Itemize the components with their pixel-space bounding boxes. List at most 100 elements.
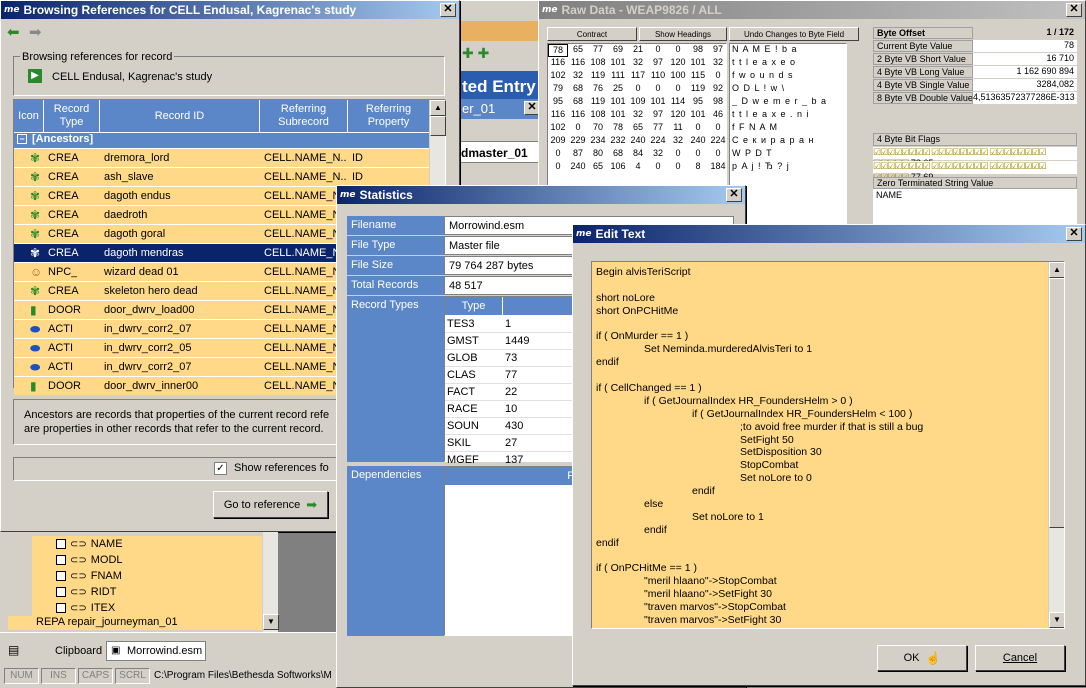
char-row[interactable]: W P D T <box>732 148 846 158</box>
tab-clipboard[interactable]: Clipboard <box>55 645 102 657</box>
hex-byte[interactable]: 8 <box>688 161 708 174</box>
hex-byte[interactable]: 69 <box>608 44 628 57</box>
editor-field[interactable]: dmaster_01 <box>456 141 546 163</box>
hex-byte[interactable]: 32 <box>628 57 648 70</box>
hex-byte[interactable]: 95 <box>688 96 708 109</box>
hex-byte[interactable]: 77 <box>648 122 668 135</box>
hex-byte[interactable]: 116 <box>568 109 588 122</box>
scroll-up-icon[interactable]: ▲ <box>430 100 446 116</box>
checkbox-icon[interactable] <box>56 603 66 614</box>
hex-byte[interactable]: 68 <box>568 83 588 96</box>
scroll-thumb[interactable] <box>1049 278 1064 528</box>
hex-byte[interactable]: 116 <box>548 109 568 122</box>
hex-byte[interactable]: 184 <box>708 161 728 174</box>
scroll-down-icon[interactable]: ▼ <box>1049 612 1064 628</box>
hex-byte[interactable]: 98 <box>708 96 728 109</box>
hex-byte[interactable]: 0 <box>668 44 688 57</box>
hex-byte[interactable]: 21 <box>628 44 648 57</box>
hex-byte[interactable]: 240 <box>568 161 588 174</box>
hex-byte[interactable]: 32 <box>648 148 668 161</box>
hex-byte[interactable]: 32 <box>628 109 648 122</box>
hex-byte[interactable]: 0 <box>628 83 648 96</box>
hex-byte[interactable]: 114 <box>668 96 688 109</box>
hex-byte[interactable]: 224 <box>648 135 668 148</box>
tab-morrowind[interactable]: ▣ Morrowind.esm <box>106 641 206 661</box>
hex-byte[interactable]: 116 <box>548 57 568 70</box>
hex-byte[interactable]: 120 <box>668 109 688 122</box>
hex-byte[interactable]: 117 <box>628 70 648 83</box>
table-row[interactable]: ✾ CREA dremora_lord CELL.NAME_N... ID <box>14 149 429 167</box>
char-row[interactable]: р A j ! Ђ ? j <box>732 161 846 171</box>
hex-byte[interactable]: 111 <box>608 70 628 83</box>
hex-byte[interactable]: 98 <box>688 44 708 57</box>
char-row[interactable]: С е к и р а р а н <box>732 135 846 145</box>
hex-byte[interactable]: 234 <box>588 135 608 148</box>
prop-value[interactable]: 1 / 172 <box>973 27 1077 39</box>
hex-byte[interactable]: 232 <box>608 135 628 148</box>
hex-byte[interactable]: 119 <box>588 70 608 83</box>
hex-byte[interactable]: 101 <box>608 57 628 70</box>
char-row[interactable]: t t l e a x e . n i <box>732 109 846 119</box>
char-row[interactable]: N A M E ! b a <box>732 44 846 54</box>
hex-byte[interactable]: 84 <box>628 148 648 161</box>
tree-item[interactable]: ⊂⊃ MODL <box>56 554 256 569</box>
hex-byte[interactable]: 116 <box>568 57 588 70</box>
goto-reference-button[interactable]: Go to reference ➡ <box>213 491 328 518</box>
hex-byte[interactable]: 97 <box>708 44 728 57</box>
prop-value[interactable]: 78 <box>973 40 1077 52</box>
hex-byte[interactable]: 76 <box>588 83 608 96</box>
table-row[interactable]: ✾ CREA ash_slave CELL.NAME_N... ID <box>14 168 429 186</box>
hex-byte[interactable]: 110 <box>648 70 668 83</box>
scroll-thumb[interactable] <box>430 116 446 136</box>
hex-byte[interactable]: 32 <box>708 57 728 70</box>
tree-scrollbar[interactable]: ▼ <box>262 532 279 632</box>
hex-byte[interactable]: 95 <box>548 96 568 109</box>
record-tree[interactable]: ⊂⊃ NAME ⊂⊃ MODL ⊂⊃ FNAM ⊂⊃ RIDT ⊂⊃ ITEX REPA repa… <box>0 532 279 632</box>
char-row[interactable]: O D L ! w \ <box>732 83 846 93</box>
hex-byte[interactable]: 240 <box>688 135 708 148</box>
collapse-icon[interactable]: − <box>17 134 27 144</box>
hex-byte[interactable]: 101 <box>648 96 668 109</box>
hex-byte[interactable]: 0 <box>668 83 688 96</box>
hex-byte[interactable]: 46 <box>708 109 728 122</box>
raw-tab[interactable]: Contract <box>547 27 637 41</box>
prop-value[interactable]: 4,51363572377286E-313 <box>973 92 1077 104</box>
hex-byte[interactable]: 0 <box>648 83 668 96</box>
hex-byte[interactable]: 119 <box>688 83 708 96</box>
back-arrow-icon[interactable]: ⬅ <box>7 23 20 41</box>
hex-byte[interactable]: 0 <box>708 148 728 161</box>
checkbox-icon[interactable] <box>56 571 66 582</box>
hex-byte[interactable]: 119 <box>588 96 608 109</box>
add-icon[interactable]: ✚ ✚ <box>462 45 489 62</box>
hex-byte[interactable]: 108 <box>588 57 608 70</box>
column-header[interactable]: Referring Property <box>348 100 430 132</box>
hex-byte[interactable]: 80 <box>588 148 608 161</box>
ok-button[interactable]: OK ☝ <box>877 645 967 671</box>
script-textarea[interactable]: Begin alvisTeriScript short noLore short O… <box>591 261 1065 629</box>
bit-flags-row2[interactable]: ☑☑☑☑☑☑☑☑ ☑☑☑☑☑☑☑☑ ☑☑☑☑☑☑☑☑ ☑☑☑☑☑ 77 69 <box>873 161 1077 182</box>
hex-byte[interactable]: 65 <box>568 44 588 57</box>
hex-byte[interactable]: 32 <box>668 135 688 148</box>
column-header[interactable]: Record ID <box>100 100 260 132</box>
hex-byte[interactable]: 77 <box>588 44 608 57</box>
show-refs-checkbox[interactable]: ✓ <box>214 462 227 475</box>
hex-byte[interactable]: 229 <box>568 135 588 148</box>
hex-byte[interactable]: 0 <box>668 161 688 174</box>
hex-byte[interactable]: 0 <box>648 161 668 174</box>
close-icon[interactable]: ✕ <box>440 3 456 17</box>
hex-byte[interactable]: 101 <box>608 109 628 122</box>
prop-value[interactable]: 1 162 690 894 <box>973 66 1077 78</box>
hex-byte[interactable]: 0 <box>548 161 568 174</box>
hex-byte[interactable]: 79 <box>548 83 568 96</box>
cancel-button[interactable]: Cancel <box>975 645 1065 671</box>
hex-byte[interactable]: 209 <box>548 135 568 148</box>
hex-byte[interactable]: 11 <box>668 122 688 135</box>
hex-byte[interactable]: 115 <box>688 70 708 83</box>
hex-byte[interactable]: 25 <box>608 83 628 96</box>
hex-byte[interactable]: 78 <box>548 44 568 57</box>
hex-byte[interactable]: 102 <box>548 70 568 83</box>
hex-byte[interactable]: 65 <box>628 122 648 135</box>
hex-byte[interactable]: 70 <box>588 122 608 135</box>
hex-byte[interactable]: 101 <box>688 57 708 70</box>
tree-item[interactable]: ⊂⊃ FNAM <box>56 570 256 585</box>
